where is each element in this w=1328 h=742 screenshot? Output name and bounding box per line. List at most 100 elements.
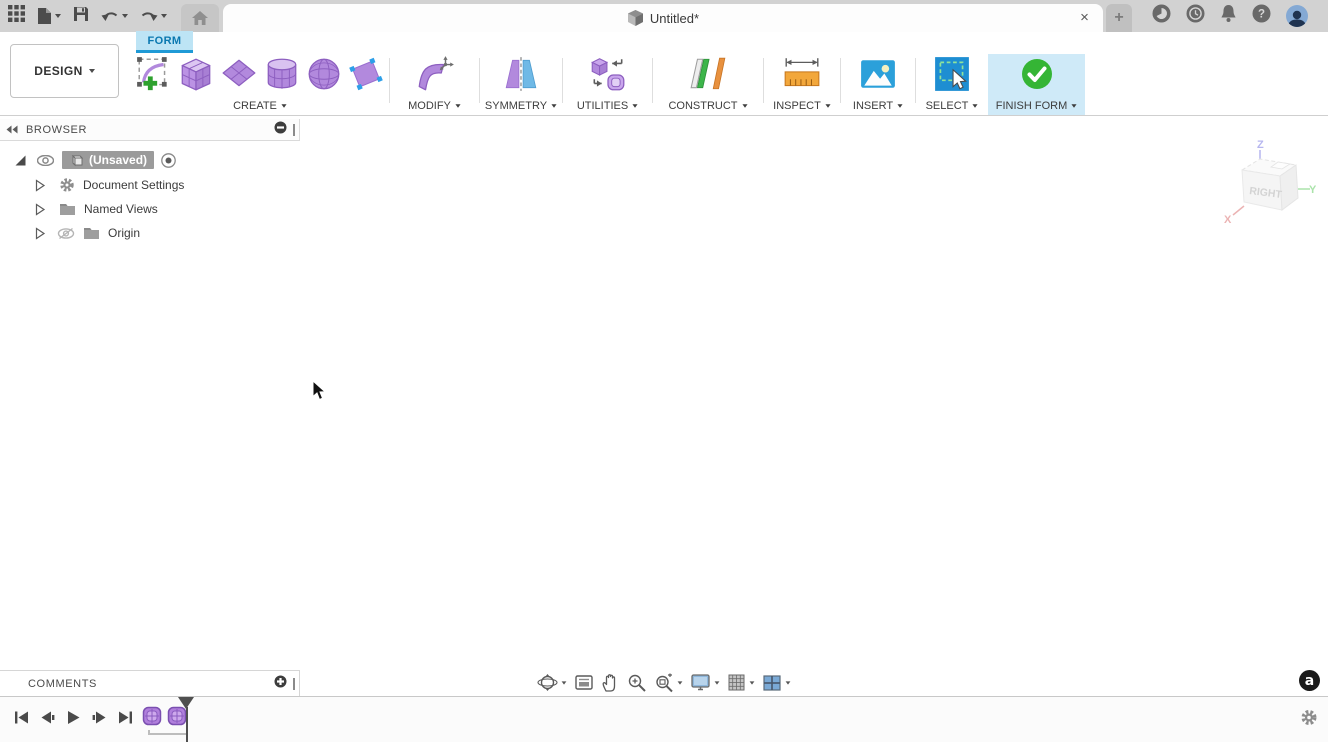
select-window-icon[interactable] [933,55,971,98]
browser-root-row[interactable]: (Unsaved) [14,149,176,171]
chevron-down-icon [825,104,831,108]
expand-arrow-icon[interactable] [34,202,46,216]
go-to-end-icon[interactable] [118,710,133,730]
box-primitive-icon[interactable] [176,55,216,98]
titlebar: Untitled* × + ? [0,0,1328,32]
section-symmetry: SYMMETRY [480,54,562,115]
workspace-switcher-button[interactable]: DESIGN [10,44,119,98]
fit-button[interactable] [654,673,683,693]
viewport-canvas[interactable]: BROWSER (Unsaved) Document Settings Name… [0,116,1328,697]
timeline-settings-gear-icon[interactable] [1300,708,1318,731]
inspect-menu[interactable]: INSPECT [773,98,831,114]
tab-form-underline [136,50,193,53]
save-icon[interactable] [73,6,89,27]
cylinder-primitive-icon[interactable] [262,55,302,98]
extensions-icon[interactable] [1152,4,1171,28]
timeline-bar [0,697,1328,742]
undo-button[interactable] [101,9,128,23]
mouse-cursor [312,379,327,406]
home-tab[interactable] [181,4,219,32]
expand-arrow-icon[interactable] [34,178,46,192]
new-tab-button[interactable]: + [1106,4,1132,32]
document-title: Untitled* [649,10,700,26]
add-comment-icon[interactable] [274,675,287,693]
fit-icon [656,673,673,692]
insert-image-icon[interactable] [859,55,897,98]
face-primitive-icon[interactable] [346,55,386,98]
select-menu[interactable]: SELECT [926,98,979,114]
expanded-arrow-icon[interactable] [14,154,27,167]
utilities-menu[interactable]: UTILITIES [577,98,638,114]
measure-icon[interactable] [782,55,822,98]
file-menu-button[interactable] [37,7,61,25]
finish-form-menu[interactable]: FINISH FORM [996,98,1078,114]
fusion-app-window: Untitled* × + ? DESIGN FORM CREATE MODIF… [0,0,1328,742]
sphere-primitive-icon[interactable] [305,55,343,98]
root-component-chip[interactable]: (Unsaved) [62,151,155,169]
edit-form-icon[interactable] [414,55,456,98]
chevron-down-icon [281,104,287,108]
autodesk-badge[interactable]: a [1299,670,1320,691]
display-settings-button[interactable] [690,673,720,692]
display-mode-icon[interactable] [274,121,287,139]
viewports-icon [763,674,781,691]
tab-form[interactable]: FORM [136,31,193,50]
expand-arrow-icon[interactable] [34,226,46,240]
create-form-icon[interactable] [135,55,173,98]
step-forward-icon[interactable] [92,710,107,730]
app-grid-icon[interactable] [8,5,25,27]
browser-item-origin[interactable]: Origin [34,222,140,244]
profile-avatar[interactable] [1286,5,1308,27]
finish-form-check-icon[interactable] [1020,57,1054,96]
look-at-button[interactable] [574,674,594,692]
symmetry-menu[interactable]: SYMMETRY [485,98,557,114]
convert-utility-icon[interactable] [588,55,628,98]
pan-button[interactable] [601,673,620,693]
model-cube-icon [627,10,643,26]
create-menu[interactable]: CREATE [233,98,287,114]
document-tab[interactable]: Untitled* × [223,4,1103,32]
modify-menu[interactable]: MODIFY [408,98,461,114]
notifications-bell-icon[interactable] [1220,4,1237,28]
browser-panel-header: BROWSER [0,119,300,141]
chevron-down-icon [972,104,978,108]
viewports-button[interactable] [762,674,791,692]
job-status-clock-icon[interactable] [1186,4,1205,28]
panel-resize-handle[interactable] [293,123,295,136]
construction-plane-icon[interactable] [688,55,728,98]
timeline-position-marker[interactable] [178,697,195,742]
browser-panel-title: BROWSER [26,123,88,136]
construct-menu[interactable]: CONSTRUCT [668,98,748,114]
chevron-down-icon [632,104,638,108]
orbit-button[interactable] [537,672,567,693]
play-icon[interactable] [66,710,81,730]
visibility-eye-icon[interactable] [37,154,54,166]
visibility-off-eye-icon[interactable] [57,227,75,240]
browser-item-named-views[interactable]: Named Views [34,198,158,220]
go-to-start-icon[interactable] [14,710,29,730]
close-tab-icon[interactable]: × [1076,9,1093,26]
section-utilities: UTILITIES [563,54,652,115]
view-cube[interactable]: Z RIGHT Y X [1216,134,1317,243]
navigation-toolbar [537,672,791,693]
collapse-panel-icon[interactable] [6,121,18,139]
form-feature-icon[interactable] [142,706,162,731]
redo-button[interactable] [140,9,167,23]
chevron-down-icon [88,69,95,73]
comments-bar[interactable]: COMMENTS [0,670,300,696]
section-finish-form: FINISH FORM [988,54,1085,115]
chevron-down-icon [897,104,903,108]
section-modify: MODIFY [390,54,479,115]
grid-display-button[interactable] [727,673,755,692]
activate-radio-icon[interactable] [161,152,176,168]
step-back-icon[interactable] [40,710,55,730]
browser-item-document-settings[interactable]: Document Settings [34,174,184,196]
insert-menu[interactable]: INSERT [853,98,903,114]
panel-resize-handle[interactable] [293,677,295,690]
zoom-button[interactable] [627,673,647,693]
plane-primitive-icon[interactable] [219,55,259,98]
help-icon[interactable]: ? [1252,4,1271,28]
mirror-symmetry-icon[interactable] [502,55,540,98]
document-cube-icon [71,154,83,167]
chevron-down-icon [741,104,748,108]
